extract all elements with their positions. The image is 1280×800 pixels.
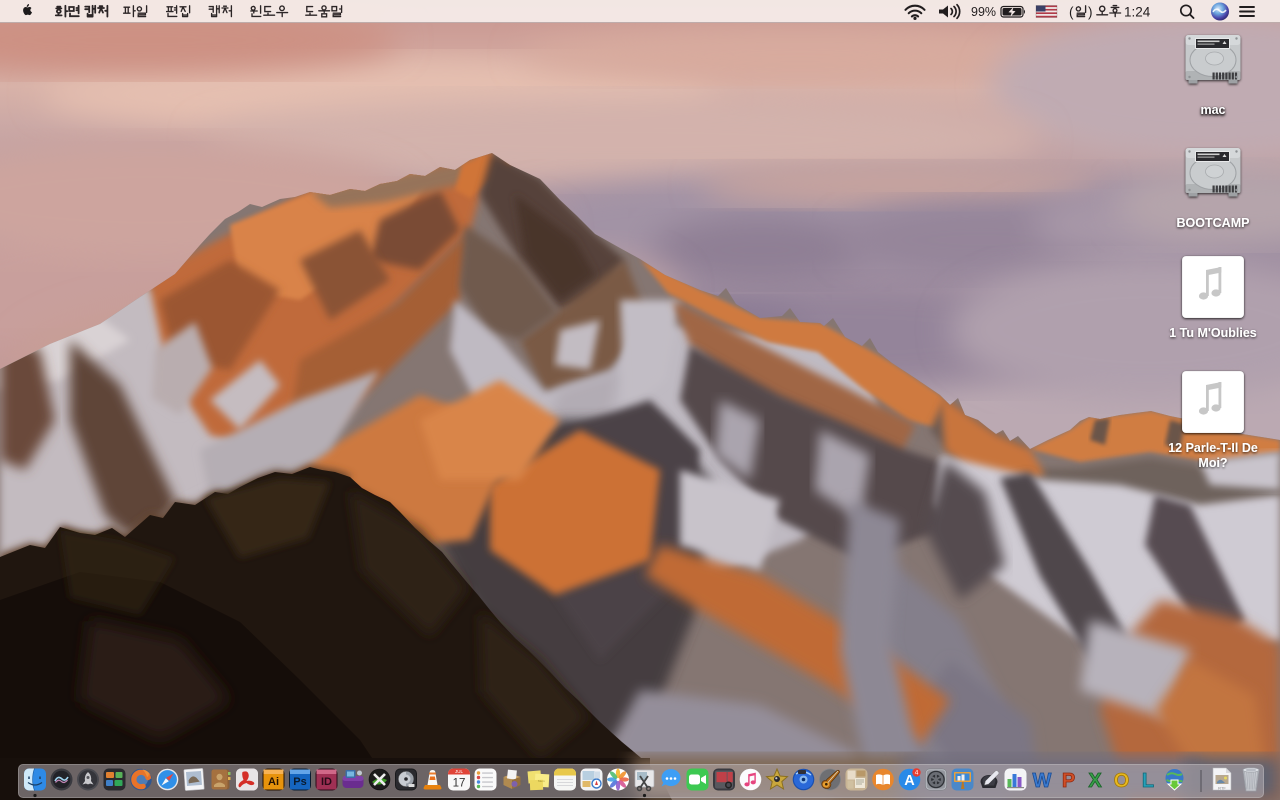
svg-text:RTF: RTF [1218, 786, 1226, 791]
svg-text:O: O [1114, 770, 1130, 792]
svg-text:Ai: Ai [268, 776, 279, 788]
svg-text:4: 4 [915, 770, 919, 777]
svg-text:P: P [1062, 770, 1075, 792]
svg-text:L: L [1142, 770, 1154, 792]
svg-text:X: X [1088, 770, 1102, 792]
svg-text:Mem: Mem [538, 779, 545, 783]
svg-text:17: 17 [453, 778, 466, 790]
svg-text:W: W [1033, 770, 1052, 792]
svg-text:ID: ID [321, 776, 332, 788]
svg-text:Ps: Ps [293, 776, 306, 788]
svg-text:JUL: JUL [455, 769, 463, 774]
